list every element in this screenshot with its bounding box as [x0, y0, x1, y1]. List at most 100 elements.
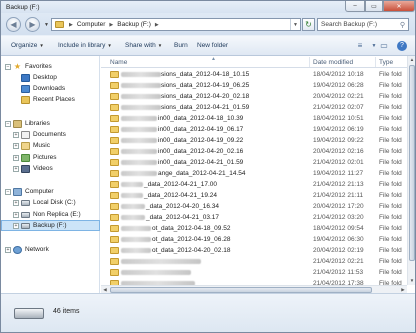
file-date: 21/04/2012 02:01 [313, 159, 364, 166]
file-type: File fold [379, 93, 402, 100]
nav-item-non-replica[interactable]: + Non Replica (E:) [13, 209, 112, 220]
expand-icon[interactable]: + [5, 246, 11, 253]
preview-pane-icon[interactable]: ▭ [379, 41, 389, 51]
documents-icon [21, 130, 30, 139]
chevron-down-icon: ▼ [107, 43, 112, 48]
collapse-icon[interactable]: − [5, 63, 11, 70]
expand-icon[interactable]: + [13, 222, 19, 229]
breadcrumb-separator[interactable]: ▶ [107, 22, 115, 28]
nav-network[interactable]: + Network [5, 244, 104, 255]
file-date: 20/04/2012 02:19 [313, 247, 364, 254]
view-options-icon[interactable]: ≡ [355, 41, 365, 51]
scroll-down-icon[interactable]: ▼ [408, 277, 416, 285]
expand-icon[interactable]: + [13, 142, 19, 149]
table-row[interactable]: sions_data_2012-04-20_02.18 20/04/2012 0… [101, 91, 407, 102]
horizontal-scrollbar[interactable]: ◀ ▶ [101, 285, 407, 293]
collapse-icon[interactable]: − [5, 188, 11, 195]
chevron-down-icon: ▼ [39, 43, 44, 48]
table-row[interactable]: in00_data_2012-04-19_09.22 19/04/2012 09… [101, 135, 407, 146]
collapse-icon[interactable]: − [5, 120, 11, 127]
breadcrumb-separator[interactable]: ▶ [67, 22, 75, 28]
redacted-text [121, 270, 191, 275]
forward-button[interactable]: ▶ [25, 17, 40, 32]
nav-favorites[interactable]: − ★ Favorites [5, 61, 104, 72]
table-row[interactable]: _data_2012-04-21_03.17 21/04/2012 03:20 … [101, 212, 407, 223]
expand-icon[interactable]: + [13, 199, 19, 206]
nav-item-pictures[interactable]: + Pictures [13, 152, 112, 163]
expand-icon[interactable]: + [13, 154, 19, 161]
expand-icon[interactable]: + [13, 165, 19, 172]
nav-item-music[interactable]: + Music [13, 140, 112, 151]
nav-item-local-disk[interactable]: + Local Disk (C:) [13, 197, 112, 208]
file-name: in00_data_2012-04-19_09.22 [158, 137, 244, 144]
table-row[interactable]: ange_data_2012-04-21_14.54 19/04/2012 11… [101, 168, 407, 179]
computer-icon [13, 187, 22, 196]
back-button[interactable]: ◀ [6, 17, 21, 32]
recent-pages-dropdown[interactable]: ▼ [44, 22, 49, 28]
table-row[interactable]: in00_data_2012-04-18_10.39 18/04/2012 10… [101, 113, 407, 124]
file-date: 19/04/2012 06:28 [313, 82, 364, 89]
table-row[interactable]: ot_data_2012-04-20_02.18 20/04/2012 02:1… [101, 245, 407, 256]
table-row[interactable]: sions_data_2012-04-18_10.15 18/04/2012 1… [101, 69, 407, 80]
include-in-library-button[interactable]: Include in library ▼ [58, 42, 112, 49]
minimize-button[interactable]: – [345, 1, 365, 12]
nav-favorites-label: Favorites [25, 63, 52, 70]
folder-icon [110, 82, 119, 89]
recent-places-icon [21, 95, 30, 104]
nav-item-videos[interactable]: + Videos [13, 163, 112, 174]
burn-button[interactable]: Burn [174, 42, 188, 49]
vertical-scrollbar[interactable]: ▲ ▼ [407, 56, 415, 285]
back-arrow-icon: ◀ [10, 20, 17, 29]
address-bar[interactable]: ▶ Computer ▶ Backup (F:) ▶ ▼ [51, 18, 301, 31]
file-name: ot_data_2012-04-20_02.18 [152, 247, 231, 254]
file-name: in00_data_2012-04-21_01.59 [158, 159, 244, 166]
expand-icon[interactable]: + [13, 131, 19, 138]
expand-icon[interactable]: + [13, 211, 19, 218]
table-row[interactable]: sions_data_2012-04-21_01.59 21/04/2012 0… [101, 102, 407, 113]
table-row[interactable]: ot_data_2012-04-19_06.28 19/04/2012 06:3… [101, 234, 407, 245]
table-row[interactable]: _data_2012-04-21_19.24 21/04/2012 21:11 … [101, 190, 407, 201]
table-row[interactable]: _data_2012-04-21_17.00 21/04/2012 21:13 … [101, 179, 407, 190]
vertical-scroll-thumb[interactable] [409, 65, 415, 261]
refresh-button[interactable]: ↻ [302, 18, 315, 31]
view-dropdown-icon[interactable]: ▼ [369, 41, 379, 51]
file-name: ot_data_2012-04-18_09.52 [152, 225, 231, 232]
new-folder-button[interactable]: New folder [197, 42, 228, 49]
nav-libraries[interactable]: − Libraries [5, 118, 104, 129]
command-bar: Organize ▼ Include in library ▼ Share with… [1, 35, 415, 56]
nav-item-label: Downloads [33, 85, 66, 92]
close-button[interactable]: ✕ [383, 1, 415, 12]
column-header-name[interactable]: Name [110, 59, 127, 66]
breadcrumb-backup[interactable]: Backup (F:) [115, 21, 153, 28]
scroll-up-icon[interactable]: ▲ [408, 56, 416, 64]
table-row[interactable]: in00_data_2012-04-19_06.17 19/04/2012 06… [101, 124, 407, 135]
column-header-type[interactable]: Type [379, 59, 393, 66]
breadcrumb-separator[interactable]: ▶ [153, 22, 161, 28]
help-icon[interactable]: ? [397, 41, 407, 51]
nav-item-documents[interactable]: + Documents [13, 129, 112, 140]
organize-button[interactable]: Organize ▼ [11, 42, 44, 49]
breadcrumb-computer[interactable]: Computer [75, 21, 108, 28]
redacted-text [121, 226, 151, 231]
folder-icon [110, 258, 119, 265]
file-type: File fold [379, 214, 402, 221]
table-row[interactable]: 21/04/2012 11:53 File fold [101, 267, 407, 278]
column-divider[interactable] [375, 57, 376, 67]
nav-item-backup[interactable]: + Backup (F:) [1, 220, 100, 231]
file-name: _data_2012-04-21_19.24 [144, 192, 218, 199]
table-row[interactable]: _data_2012-04-20_16.34 20/04/2012 17:20 … [101, 201, 407, 212]
table-row[interactable]: ot_data_2012-04-18_09.52 18/04/2012 09:5… [101, 223, 407, 234]
search-input[interactable]: Search Backup (F:) ⚲ [317, 18, 409, 31]
table-row[interactable]: 21/04/2012 02:21 File fold [101, 256, 407, 267]
nav-computer[interactable]: − Computer [5, 186, 104, 197]
table-row[interactable]: in00_data_2012-04-20_02.16 20/04/2012 02… [101, 146, 407, 157]
maximize-button[interactable]: ▭ [365, 1, 383, 12]
table-row[interactable]: in00_data_2012-04-21_01.59 21/04/2012 02… [101, 157, 407, 168]
table-row[interactable]: sions_data_2012-04-19_06.25 19/04/2012 0… [101, 80, 407, 91]
share-with-button[interactable]: Share with ▼ [125, 42, 162, 49]
file-date: 21/04/2012 11:53 [313, 269, 364, 276]
column-header-date-modified[interactable]: Date modified [313, 59, 353, 66]
column-divider[interactable] [309, 57, 310, 67]
nav-item-label: Desktop [33, 74, 57, 81]
address-history-dropdown[interactable]: ▼ [290, 19, 300, 30]
